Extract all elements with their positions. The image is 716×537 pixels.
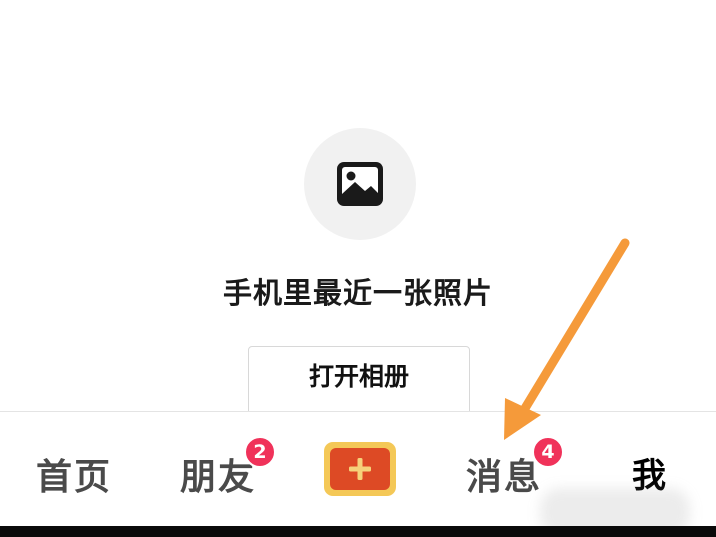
create-button[interactable] — [324, 442, 396, 496]
photo-icon-circle[interactable] — [304, 128, 416, 240]
messages-badge: 4 — [532, 436, 564, 468]
open-album-button[interactable]: 打开相册 — [248, 346, 470, 418]
friends-badge: 2 — [244, 436, 276, 468]
plus-icon — [349, 458, 371, 480]
recent-photo-prompt: 手机里最近一张照片 — [222, 276, 493, 310]
image-icon — [337, 162, 383, 206]
bottom-strip — [0, 526, 716, 537]
tab-messages[interactable]: 消息 — [466, 448, 542, 500]
tab-home[interactable]: 首页 — [36, 448, 112, 500]
create-button-inner — [330, 448, 390, 490]
